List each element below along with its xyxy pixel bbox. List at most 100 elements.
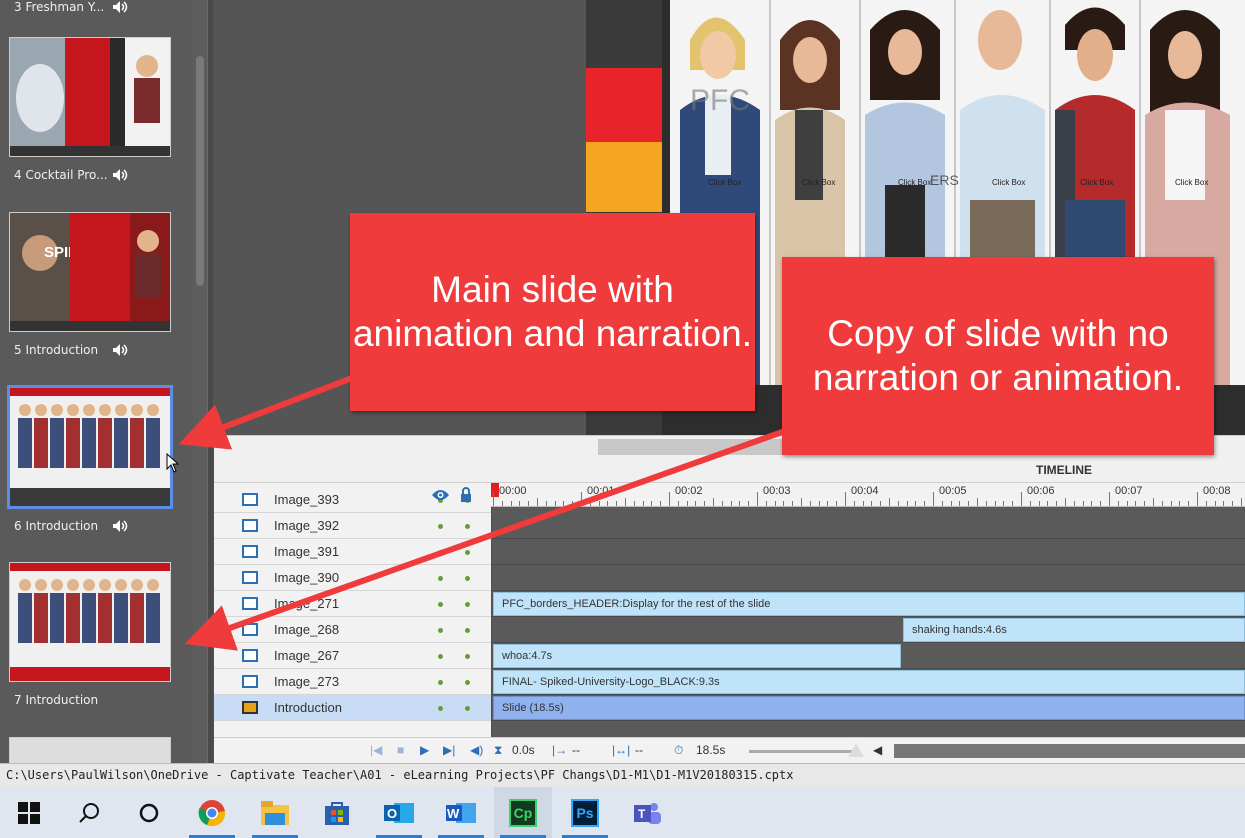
ruler-minor-tick <box>792 501 794 506</box>
timeline-clip[interactable]: FINAL- Spiked-University-Logo_BLACK:9.3s <box>493 670 1245 694</box>
ruler-minor-tick <box>1038 501 1040 506</box>
start-time: 0.0s <box>512 743 535 757</box>
ruler-minor-tick <box>721 501 723 506</box>
visibility-toggle[interactable] <box>438 680 443 685</box>
visibility-toggle[interactable] <box>438 550 443 555</box>
play-icon[interactable]: ▶ <box>420 743 429 757</box>
ruler-minor-tick <box>1241 498 1242 506</box>
ruler-minor-tick <box>977 498 978 506</box>
filmstrip-scroll-thumb[interactable] <box>196 56 204 286</box>
ruler-minor-tick <box>818 501 820 506</box>
timeline-scrollbar[interactable] <box>894 744 1245 758</box>
ruler-minor-tick <box>827 501 829 506</box>
filmstrip-slide-8-partial[interactable] <box>9 737 171 763</box>
timeline-clip[interactable]: whoa:4.7s <box>493 644 901 668</box>
status-bar: C:\Users\PaulWilson\OneDrive - Captivate… <box>0 763 1245 787</box>
rewind-icon[interactable]: |◀ <box>370 743 382 757</box>
panel-divider[interactable] <box>207 0 213 763</box>
lock-toggle[interactable] <box>465 550 470 555</box>
lock-toggle[interactable] <box>465 576 470 581</box>
store-icon <box>325 801 349 825</box>
lock-toggle[interactable] <box>465 654 470 659</box>
visibility-toggle[interactable] <box>438 524 443 529</box>
ruler-minor-tick <box>1082 501 1084 506</box>
outlook-icon: O <box>384 802 414 823</box>
outlook-button[interactable]: O <box>370 787 428 838</box>
image-layer-icon <box>242 493 258 506</box>
visibility-toggle[interactable] <box>438 628 443 633</box>
zoom-slider[interactable] <box>749 750 857 753</box>
file-path: C:\Users\PaulWilson\OneDrive - Captivate… <box>6 768 794 782</box>
windows-taskbar: O W Cp Ps T <box>0 787 1245 838</box>
visibility-toggle[interactable] <box>438 602 443 607</box>
lock-toggle[interactable] <box>465 680 470 685</box>
ruler-minor-tick <box>906 501 908 506</box>
scroll-left-icon[interactable]: ◀ <box>873 743 882 757</box>
file-explorer-button[interactable] <box>246 787 304 838</box>
layer-row[interactable]: Image_273 <box>214 669 491 695</box>
search-button[interactable] <box>60 787 118 838</box>
layer-name: Image_393 <box>274 492 340 507</box>
ruler-minor-tick <box>686 501 688 506</box>
mouse-cursor-icon <box>166 453 180 473</box>
click-box-1[interactable]: Click Box <box>708 178 741 187</box>
lock-toggle[interactable] <box>465 628 470 633</box>
photoshop-button[interactable]: Ps <box>556 787 614 838</box>
zoom-slider-knob[interactable] <box>848 743 864 757</box>
visibility-toggle[interactable] <box>438 706 443 711</box>
word-button[interactable]: W <box>432 787 490 838</box>
ruler-minor-tick <box>748 501 750 506</box>
layer-name: Image_390 <box>274 570 340 585</box>
lock-icon[interactable] <box>460 487 472 502</box>
cortana-button[interactable] <box>120 787 178 838</box>
duration-icon: |↔| <box>612 743 631 757</box>
lock-toggle[interactable] <box>465 602 470 607</box>
layer-row[interactable]: Image_392 <box>214 513 491 539</box>
lock-toggle[interactable] <box>465 524 470 529</box>
timeline-ruler[interactable]: 00:00 00:01 00:02 00:03 00:04 00:05 00:06 00:07… <box>491 483 1245 507</box>
captivate-button[interactable]: Cp <box>494 787 552 838</box>
store-button[interactable] <box>308 787 366 838</box>
audio-icon[interactable]: ◀) <box>470 743 483 757</box>
eye-icon[interactable] <box>431 489 450 501</box>
teams-button[interactable]: T <box>618 787 676 838</box>
ruler-tick <box>493 492 494 506</box>
scroll-left-arrow-icon[interactable]: ‹ <box>220 438 226 454</box>
ruler-tick-label: 00:03 <box>763 485 791 497</box>
track-row <box>491 513 1245 539</box>
click-box-6[interactable]: Click Box <box>1175 178 1208 187</box>
timeline-clip[interactable]: PFC_borders_HEADER:Display for the rest … <box>493 592 1245 616</box>
visibility-toggle[interactable] <box>438 576 443 581</box>
image-layer-icon <box>242 649 258 662</box>
layer-row[interactable]: Image_268 <box>214 617 491 643</box>
lock-toggle[interactable] <box>465 706 470 711</box>
layer-row[interactable]: Image_271 <box>214 591 491 617</box>
stop-icon[interactable]: ■ <box>397 743 404 757</box>
ruler-minor-tick <box>528 501 530 506</box>
layer-row[interactable]: Image_267 <box>214 643 491 669</box>
ruler-minor-tick <box>545 501 547 506</box>
slide-clip[interactable]: Slide (18.5s) <box>493 696 1245 720</box>
visibility-toggle[interactable] <box>438 654 443 659</box>
orange-bar <box>586 142 662 212</box>
chrome-button[interactable] <box>183 787 241 838</box>
layer-name: Image_271 <box>274 596 340 611</box>
image-layer-icon <box>242 597 258 610</box>
ruler-tick-label: 00:02 <box>675 485 703 497</box>
ruler-minor-tick <box>695 501 697 506</box>
start-button[interactable] <box>0 787 58 838</box>
track-row <box>491 565 1245 591</box>
timeline-clip[interactable]: shaking hands:4.6s <box>903 618 1245 642</box>
ruler-minor-tick <box>1179 501 1181 506</box>
click-box-3[interactable]: Click Box <box>898 178 931 187</box>
click-box-5[interactable]: Click Box <box>1080 178 1113 187</box>
layer-row[interactable]: Introduction <box>214 695 491 721</box>
ruler-tick <box>845 492 846 506</box>
next-icon[interactable]: ▶| <box>443 743 455 757</box>
click-box-4[interactable]: Click Box <box>992 178 1025 187</box>
layer-row[interactable]: Image_391 <box>214 539 491 565</box>
layer-row[interactable]: Image_390 <box>214 565 491 591</box>
click-box-2[interactable]: Click Box <box>802 178 835 187</box>
layer-name: Image_267 <box>274 648 340 663</box>
in-time-icon: |→ <box>552 743 568 757</box>
